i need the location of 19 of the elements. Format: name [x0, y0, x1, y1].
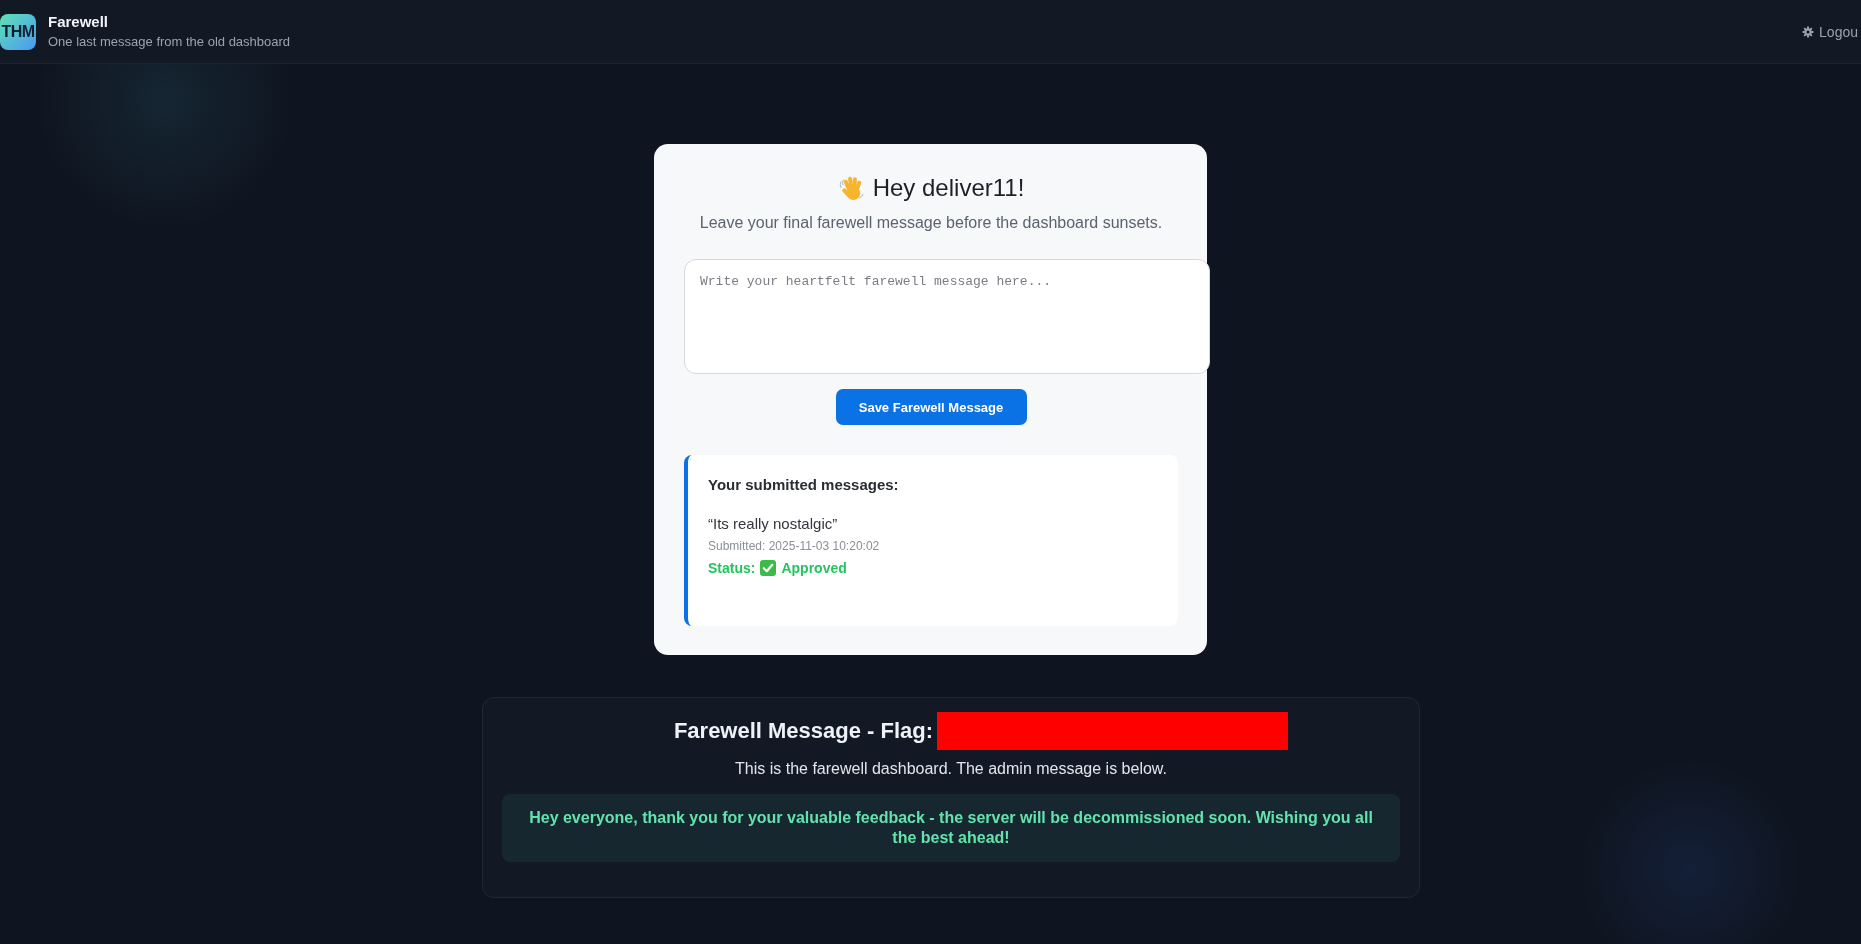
waving-hand-icon — [837, 174, 865, 202]
gear-icon — [1802, 25, 1815, 38]
status-label: Status: — [708, 559, 756, 577]
message-text: “Its really nostalgic” — [708, 514, 839, 534]
status-value: Approved — [781, 559, 847, 577]
intro-text: Leave your final farewell message before the dashboard sunsets. — [698, 213, 1164, 233]
message-field[interactable]: Write your heartfelt farewell message here... — [684, 259, 1210, 374]
check-icon — [760, 560, 777, 576]
dashboard-description: This is the farewell dashboard. The admin message is below. — [734, 759, 1168, 779]
save-button[interactable]: Save Farewell Message — [835, 389, 1027, 425]
app-subtitle: One last message from the old dashboard — [48, 33, 291, 50]
admin-message: Hey everyone, thank you for your valuable feedback - the server will be decommissioned soon. Wishing you all the best ahead! — [502, 794, 1400, 862]
logout-link[interactable]: Logou — [1802, 22, 1858, 41]
submitted-heading: Your submitted messages: — [708, 475, 900, 495]
submitted-timestamp: Submitted: 2025-11-03 10:20:02 — [708, 538, 881, 554]
app-title: Farewell — [48, 13, 110, 31]
logo: THM — [0, 13, 36, 50]
greeting-heading: Hey deliver11! — [872, 173, 1025, 203]
flag-title: Farewell Message - Flag: — [673, 718, 934, 744]
